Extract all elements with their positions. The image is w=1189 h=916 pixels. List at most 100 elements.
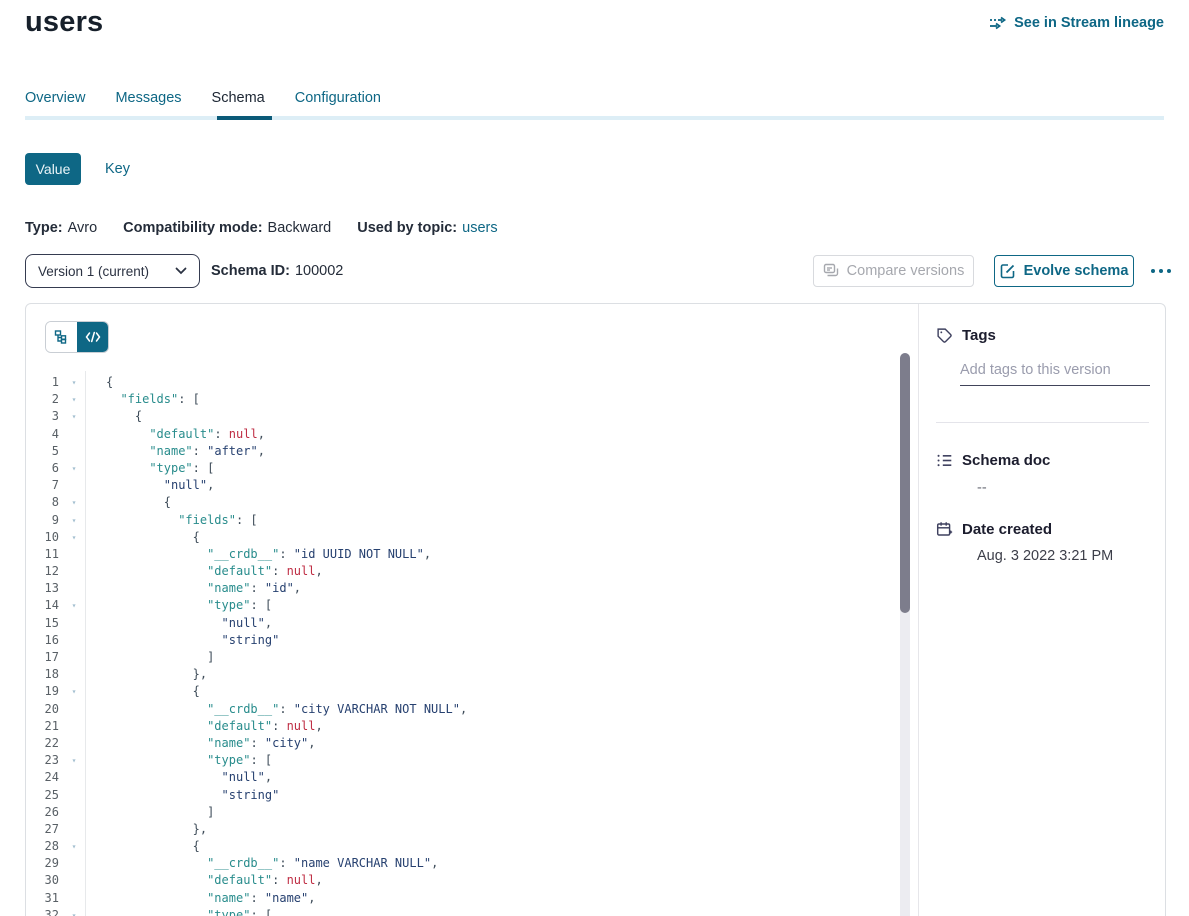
compat-label: Compatibility mode: xyxy=(123,220,262,236)
see-in-stream-lineage-link[interactable]: See in Stream lineage xyxy=(989,15,1164,31)
code-line: 8▾{ xyxy=(26,494,918,511)
tree-view-button[interactable] xyxy=(46,322,77,352)
code-line: 12"default": null, xyxy=(26,563,918,580)
fold-spacer xyxy=(63,666,85,683)
line-number: 18 xyxy=(26,666,63,683)
fold-spacer xyxy=(63,769,85,786)
tags-section: Tags xyxy=(936,327,1149,386)
code-line-text: "name": "after", xyxy=(85,443,918,460)
fold-toggle-icon[interactable]: ▾ xyxy=(63,374,85,391)
meta-type: Type:Avro xyxy=(25,220,97,236)
code-line: 20"__crdb__": "city VARCHAR NOT NULL", xyxy=(26,701,918,718)
schema-doc-section: Schema doc -- xyxy=(936,452,1149,496)
version-select[interactable]: Version 1 (current) xyxy=(25,254,200,288)
page-title: users xyxy=(25,6,103,39)
code-line: 27}, xyxy=(26,821,918,838)
fold-spacer xyxy=(63,426,85,443)
fold-toggle-icon[interactable]: ▾ xyxy=(63,512,85,529)
code-line: 16"string" xyxy=(26,632,918,649)
code-line: 23▾"type": [ xyxy=(26,752,918,769)
tree-view-icon xyxy=(54,329,70,345)
fold-spacer xyxy=(63,615,85,632)
code-line: 11"__crdb__": "id UUID NOT NULL", xyxy=(26,546,918,563)
add-tags-input[interactable] xyxy=(960,360,1150,386)
compare-versions-button[interactable]: Compare versions xyxy=(813,255,974,287)
schema-id-label: Schema ID: xyxy=(211,263,290,279)
line-number: 20 xyxy=(26,701,63,718)
code-line-text: "null", xyxy=(85,615,918,632)
compare-versions-label: Compare versions xyxy=(847,263,965,279)
more-options-button[interactable] xyxy=(1146,262,1176,280)
code-line: 28▾{ xyxy=(26,838,918,855)
code-line-text: "name": "city", xyxy=(85,735,918,752)
code-line-text: "default": null, xyxy=(85,563,918,580)
tab-schema[interactable]: Schema xyxy=(212,90,265,118)
code-line-text: "type": [ xyxy=(85,597,918,614)
fold-toggle-icon[interactable]: ▾ xyxy=(63,838,85,855)
line-number: 6 xyxy=(26,460,63,477)
fold-spacer xyxy=(63,563,85,580)
evolve-schema-button[interactable]: Evolve schema xyxy=(994,255,1134,287)
fold-spacer xyxy=(63,649,85,666)
line-number: 8 xyxy=(26,494,63,511)
code-line-text: "type": [ xyxy=(85,907,918,916)
code-line-text: ] xyxy=(85,804,918,821)
schema-id-value: 100002 xyxy=(295,263,343,279)
code-line: 2▾"fields": [ xyxy=(26,391,918,408)
line-number: 17 xyxy=(26,649,63,666)
fold-toggle-icon[interactable]: ▾ xyxy=(63,529,85,546)
fold-toggle-icon[interactable]: ▾ xyxy=(63,907,85,916)
schema-meta-row: Type:Avro Compatibility mode:Backward Us… xyxy=(25,220,498,236)
code-line-text: { xyxy=(85,838,918,855)
tags-heading: Tags xyxy=(962,327,996,344)
code-lines[interactable]: 1▾{2▾"fields": [3▾{4"default": null,5"na… xyxy=(26,374,918,916)
stream-lineage-icon xyxy=(989,16,1007,30)
fold-toggle-icon[interactable]: ▾ xyxy=(63,494,85,511)
fold-toggle-icon[interactable]: ▾ xyxy=(63,391,85,408)
code-line: 10▾{ xyxy=(26,529,918,546)
code-scrollbar[interactable] xyxy=(900,353,910,916)
type-label: Type: xyxy=(25,220,63,236)
date-created-value: Aug. 3 2022 3:21 PM xyxy=(977,548,1149,564)
tab-underline-track xyxy=(25,116,1164,120)
code-view-button[interactable] xyxy=(77,322,108,352)
code-line: 26] xyxy=(26,804,918,821)
code-line-text: "string" xyxy=(85,787,918,804)
scrollbar-thumb[interactable] xyxy=(900,353,910,613)
tab-messages[interactable]: Messages xyxy=(115,90,181,118)
fold-spacer xyxy=(63,632,85,649)
fold-spacer xyxy=(63,804,85,821)
key-toggle-button[interactable]: Key xyxy=(105,161,130,177)
code-line: 1▾{ xyxy=(26,374,918,391)
line-number: 28 xyxy=(26,838,63,855)
line-number: 32 xyxy=(26,907,63,916)
code-line: 9▾"fields": [ xyxy=(26,512,918,529)
fold-spacer xyxy=(63,787,85,804)
compare-versions-icon xyxy=(823,263,839,279)
value-toggle-button[interactable]: Value xyxy=(25,153,81,185)
fold-toggle-icon[interactable]: ▾ xyxy=(63,408,85,425)
active-tab-indicator xyxy=(217,116,272,120)
schema-sidebar: Tags Schema doc -- xyxy=(918,304,1165,916)
tab-configuration[interactable]: Configuration xyxy=(295,90,381,118)
code-line-text: }, xyxy=(85,821,918,838)
fold-toggle-icon[interactable]: ▾ xyxy=(63,683,85,700)
edit-schema-icon xyxy=(1000,263,1016,279)
lineage-link-label: See in Stream lineage xyxy=(1014,15,1164,31)
fold-spacer xyxy=(63,821,85,838)
schema-doc-value: -- xyxy=(977,480,1149,496)
schema-panel: 1▾{2▾"fields": [3▾{4"default": null,5"na… xyxy=(25,303,1166,916)
fold-toggle-icon[interactable]: ▾ xyxy=(63,752,85,769)
fold-toggle-icon[interactable]: ▾ xyxy=(63,460,85,477)
code-line-text: "fields": [ xyxy=(85,512,918,529)
code-line: 7"null", xyxy=(26,477,918,494)
schema-page: users See in Stream lineage Overview Mes… xyxy=(0,0,1189,916)
line-number: 29 xyxy=(26,855,63,872)
schema-doc-icon xyxy=(936,452,953,469)
tab-overview[interactable]: Overview xyxy=(25,90,85,118)
topic-link[interactable]: users xyxy=(462,220,497,236)
code-line: 19▾{ xyxy=(26,683,918,700)
fold-toggle-icon[interactable]: ▾ xyxy=(63,597,85,614)
tag-icon xyxy=(936,327,953,344)
code-line: 5"name": "after", xyxy=(26,443,918,460)
